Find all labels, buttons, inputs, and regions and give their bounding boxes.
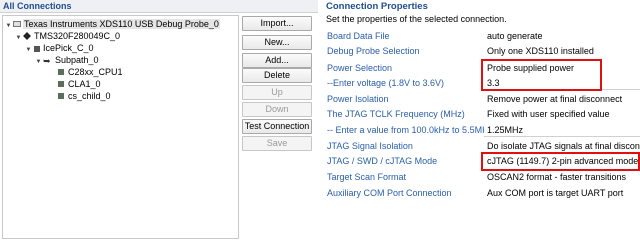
property-label: JTAG Signal Isolation	[327, 141, 413, 151]
tree-item-cla[interactable]: CLA1_0	[58, 78, 102, 90]
icepick-icon	[34, 46, 40, 52]
power-isolation-select[interactable]: Remove power at final disconnect	[484, 93, 640, 106]
property-label: Board Data File	[327, 31, 390, 41]
property-label: Power Selection	[327, 63, 393, 73]
property-row-board-data-file: Board Data File auto generate	[322, 29, 640, 44]
connections-panel: All Connections ▼ Texas Instruments XDS11…	[0, 0, 318, 242]
property-row-tclk-value: -- Enter a value from 100.0kHz to 5.5MHz…	[322, 123, 640, 138]
property-row-voltage: --Enter voltage (1.8V to 3.6V) 3.3	[322, 76, 640, 91]
probe-icon	[13, 21, 21, 27]
scan-format-select[interactable]: OSCAN2 format - faster transitions	[484, 171, 640, 184]
tree-item-label: TMS320F280049C_0	[34, 31, 121, 41]
down-button[interactable]: Down	[242, 102, 312, 117]
power-selection-select[interactable]: Probe supplied power	[484, 62, 640, 75]
property-row-power-isolation: Power Isolation Remove power at final di…	[322, 92, 640, 107]
expand-chevron-icon[interactable]: ▼	[25, 44, 32, 56]
board-data-file-select[interactable]: auto generate	[484, 30, 640, 43]
chip-icon	[23, 32, 31, 40]
voltage-input[interactable]: 3.3	[484, 77, 640, 90]
tree-item-label: Texas Instruments XDS110 USB Debug Probe…	[23, 19, 220, 29]
connections-header: All Connections	[0, 0, 318, 13]
expand-chevron-icon[interactable]: ▼	[35, 56, 42, 68]
signal-isolation-select[interactable]: Do isolate JTAG signals at final disconn…	[484, 140, 640, 153]
new-button[interactable]: New...	[242, 35, 312, 50]
property-label: Power Isolation	[327, 94, 389, 104]
property-label: Target Scan Format	[327, 172, 407, 182]
connection-tree[interactable]: ▼ Texas Instruments XDS110 USB Debug Prob…	[2, 15, 239, 239]
property-label: Debug Probe Selection	[327, 46, 420, 56]
delete-button[interactable]: Delete	[242, 68, 312, 83]
properties-title: Connection Properties	[326, 1, 428, 12]
tree-item-label: CLA1_0	[68, 79, 101, 89]
tree-item-label: C28xx_CPU1	[68, 67, 123, 77]
property-label: The JTAG TCLK Frequency (MHz)	[327, 109, 465, 119]
test-connection-button[interactable]: Test Connection	[242, 119, 312, 134]
save-button[interactable]: Save	[242, 136, 312, 151]
property-row-scan-format: Target Scan Format OSCAN2 format - faste…	[322, 170, 640, 185]
property-label: JTAG / SWD / cJTAG Mode	[327, 156, 438, 166]
expand-chevron-icon[interactable]: ▼	[15, 32, 22, 44]
tclk-frequency-select[interactable]: Fixed with user specified value	[484, 108, 640, 121]
tree-item-cs-child[interactable]: cs_child_0	[58, 90, 112, 102]
property-row-power-selection: Power Selection Probe supplied power	[322, 61, 640, 76]
import-button[interactable]: Import...	[242, 16, 312, 31]
core-icon	[58, 93, 64, 99]
tree-item-icepick[interactable]: ▼ IcePick_C_0	[25, 42, 95, 54]
tree-item-subpath[interactable]: ▼ ➥ Subpath_0	[35, 54, 100, 66]
connections-title: All Connections	[3, 1, 72, 11]
tree-item-label: IcePick_C_0	[43, 43, 94, 53]
properties-subtitle: Set the properties of the selected conne…	[326, 14, 507, 24]
tree-item-label: cs_child_0	[68, 91, 111, 101]
property-row-aux-com-port: Auxiliary COM Port Connection Aux COM po…	[322, 186, 640, 201]
expand-chevron-icon[interactable]: ▼	[5, 20, 12, 32]
connection-properties-panel: Connection Properties Set the properties…	[322, 0, 640, 242]
property-row-debug-probe: Debug Probe Selection Only one XDS110 in…	[322, 44, 640, 59]
tree-item-device[interactable]: ▼ TMS320F280049C_0	[15, 30, 121, 42]
add-button[interactable]: Add...	[242, 53, 312, 68]
tree-item-probe[interactable]: ▼ Texas Instruments XDS110 USB Debug Prob…	[5, 18, 220, 30]
tclk-value-input[interactable]: 1.25MHz	[484, 124, 640, 137]
property-label: Auxiliary COM Port Connection	[327, 188, 452, 198]
tree-item-label: Subpath_0	[55, 55, 99, 65]
property-row-tclk-frequency: The JTAG TCLK Frequency (MHz) Fixed with…	[322, 107, 640, 122]
core-icon	[58, 81, 64, 87]
property-row-jtag-mode: JTAG / SWD / cJTAG Mode cJTAG (1149.7) 2…	[322, 154, 640, 169]
core-icon	[58, 69, 64, 75]
debug-probe-select[interactable]: Only one XDS110 installed	[484, 45, 640, 58]
subpath-icon: ➥	[43, 56, 51, 66]
property-label: --Enter voltage (1.8V to 3.6V)	[327, 78, 445, 88]
property-label: -- Enter a value from 100.0kHz to 5.5MHz	[327, 125, 494, 135]
property-row-signal-isolation: JTAG Signal Isolation Do isolate JTAG si…	[322, 139, 640, 154]
tree-item-cpu[interactable]: C28xx_CPU1	[58, 66, 124, 78]
jtag-mode-select[interactable]: cJTAG (1149.7) 2-pin advanced modes	[484, 155, 640, 168]
up-button[interactable]: Up	[242, 85, 312, 100]
aux-com-port-select[interactable]: Aux COM port is target UART port	[484, 187, 640, 200]
